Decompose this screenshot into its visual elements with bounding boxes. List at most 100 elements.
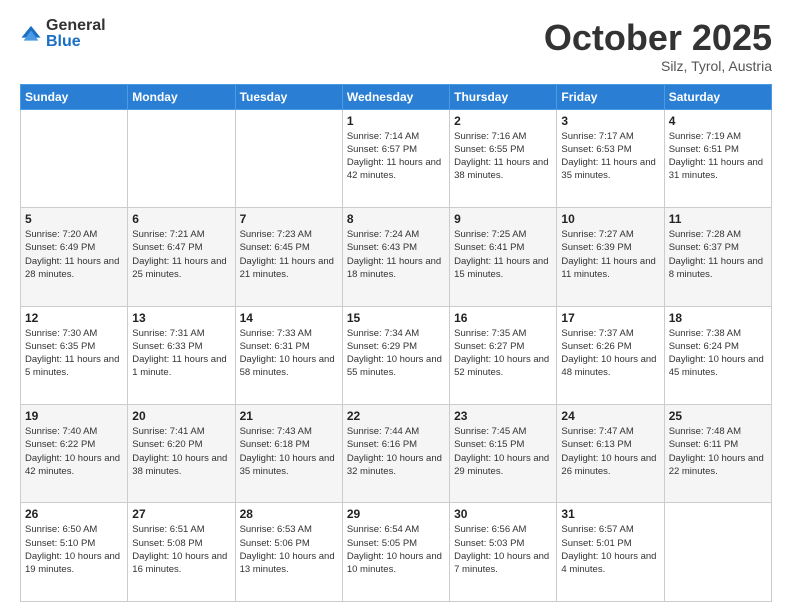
calendar-cell: 4Sunrise: 7:19 AM Sunset: 6:51 PM Daylig… xyxy=(664,109,771,207)
day-info: Sunrise: 7:19 AM Sunset: 6:51 PM Dayligh… xyxy=(669,130,767,183)
day-info: Sunrise: 7:25 AM Sunset: 6:41 PM Dayligh… xyxy=(454,228,552,281)
day-number: 25 xyxy=(669,409,767,423)
calendar-cell: 28 Sunrise: 6:53 AM Sunset: 5:06 PM Dayli… xyxy=(235,503,342,602)
day-info: Sunrise: 6:51 AM Sunset: 5:08 PM Dayligh… xyxy=(132,523,230,576)
week-row-1: 1 Sunrise: 7:14 AM Sunset: 6:57 PM Daylig… xyxy=(21,109,772,207)
day-number: 14 xyxy=(240,311,338,325)
day-number: 29 xyxy=(347,507,445,521)
calendar-cell: 27 Sunrise: 6:51 AM Sunset: 5:08 PM Dayli… xyxy=(128,503,235,602)
day-info: Sunrise: 7:30 AM Sunset: 6:35 PM Dayligh… xyxy=(25,327,123,380)
header: General Blue October 2025 Silz, Tyrol, A… xyxy=(20,18,772,74)
day-number: 3 xyxy=(561,114,659,128)
day-info: Sunrise: 6:54 AM Sunset: 5:05 PM Dayligh… xyxy=(347,523,445,576)
calendar-cell: 10 Sunrise: 7:27 AM Sunset: 6:39 PM Dayli… xyxy=(557,208,664,306)
day-info: Sunrise: 7:20 AM Sunset: 6:49 PM Dayligh… xyxy=(25,228,123,281)
day-info: Sunrise: 7:21 AM Sunset: 6:47 PM Dayligh… xyxy=(132,228,230,281)
day-info: Sunrise: 7:38 AM Sunset: 6:24 PM Dayligh… xyxy=(669,327,767,380)
day-number: 26 xyxy=(25,507,123,521)
calendar-cell: 17 Sunrise: 7:37 AM Sunset: 6:26 PM Dayli… xyxy=(557,306,664,404)
day-info: Sunrise: 6:57 AM Sunset: 5:01 PM Dayligh… xyxy=(561,523,659,576)
calendar-cell: 20Sunrise: 7:41 AM Sunset: 6:20 PM Dayli… xyxy=(128,405,235,503)
location-subtitle: Silz, Tyrol, Austria xyxy=(544,58,772,74)
day-info: Sunrise: 6:53 AM Sunset: 5:06 PM Dayligh… xyxy=(240,523,338,576)
calendar-cell: 8 Sunrise: 7:24 AM Sunset: 6:43 PM Daylig… xyxy=(342,208,449,306)
day-info: Sunrise: 7:31 AM Sunset: 6:33 PM Dayligh… xyxy=(132,327,230,380)
calendar-cell: 23Sunrise: 7:45 AM Sunset: 6:15 PM Dayli… xyxy=(450,405,557,503)
title-block: October 2025 Silz, Tyrol, Austria xyxy=(544,18,772,74)
calendar-cell: 26 Sunrise: 6:50 AM Sunset: 5:10 PM Dayli… xyxy=(21,503,128,602)
weekday-header-monday: Monday xyxy=(128,84,235,109)
day-number: 31 xyxy=(561,507,659,521)
day-info: Sunrise: 7:27 AM Sunset: 6:39 PM Dayligh… xyxy=(561,228,659,281)
weekday-row: SundayMondayTuesdayWednesdayThursdayFrid… xyxy=(21,84,772,109)
day-number: 12 xyxy=(25,311,123,325)
weekday-header-saturday: Saturday xyxy=(664,84,771,109)
calendar-cell: 9Sunrise: 7:25 AM Sunset: 6:41 PM Daylig… xyxy=(450,208,557,306)
calendar-cell: 24 Sunrise: 7:47 AM Sunset: 6:13 PM Dayli… xyxy=(557,405,664,503)
calendar-cell xyxy=(235,109,342,207)
day-number: 16 xyxy=(454,311,552,325)
day-info: Sunrise: 6:56 AM Sunset: 5:03 PM Dayligh… xyxy=(454,523,552,576)
day-number: 7 xyxy=(240,212,338,226)
weekday-header-sunday: Sunday xyxy=(21,84,128,109)
day-number: 22 xyxy=(347,409,445,423)
day-info: Sunrise: 7:40 AM Sunset: 6:22 PM Dayligh… xyxy=(25,425,123,478)
day-info: Sunrise: 7:41 AM Sunset: 6:20 PM Dayligh… xyxy=(132,425,230,478)
day-info: Sunrise: 7:43 AM Sunset: 6:18 PM Dayligh… xyxy=(240,425,338,478)
day-number: 1 xyxy=(347,114,445,128)
day-number: 10 xyxy=(561,212,659,226)
week-row-5: 26 Sunrise: 6:50 AM Sunset: 5:10 PM Dayli… xyxy=(21,503,772,602)
calendar-cell: 30 Sunrise: 6:56 AM Sunset: 5:03 PM Dayli… xyxy=(450,503,557,602)
calendar-cell: 21Sunrise: 7:43 AM Sunset: 6:18 PM Dayli… xyxy=(235,405,342,503)
calendar-cell: 6 Sunrise: 7:21 AM Sunset: 6:47 PM Daylig… xyxy=(128,208,235,306)
day-info: Sunrise: 7:24 AM Sunset: 6:43 PM Dayligh… xyxy=(347,228,445,281)
day-info: Sunrise: 7:16 AM Sunset: 6:55 PM Dayligh… xyxy=(454,130,552,183)
calendar-cell: 1 Sunrise: 7:14 AM Sunset: 6:57 PM Daylig… xyxy=(342,109,449,207)
calendar-cell xyxy=(128,109,235,207)
day-number: 19 xyxy=(25,409,123,423)
day-number: 2 xyxy=(454,114,552,128)
day-number: 8 xyxy=(347,212,445,226)
calendar-cell: 7Sunrise: 7:23 AM Sunset: 6:45 PM Daylig… xyxy=(235,208,342,306)
calendar-cell: 31 Sunrise: 6:57 AM Sunset: 5:01 PM Dayli… xyxy=(557,503,664,602)
day-number: 24 xyxy=(561,409,659,423)
logo-general: General xyxy=(46,18,106,34)
week-row-4: 19 Sunrise: 7:40 AM Sunset: 6:22 PM Dayli… xyxy=(21,405,772,503)
calendar-cell: 14 Sunrise: 7:33 AM Sunset: 6:31 PM Dayli… xyxy=(235,306,342,404)
day-number: 6 xyxy=(132,212,230,226)
month-title: October 2025 xyxy=(544,18,772,58)
calendar-cell: 18Sunrise: 7:38 AM Sunset: 6:24 PM Dayli… xyxy=(664,306,771,404)
day-number: 30 xyxy=(454,507,552,521)
calendar-cell: 13Sunrise: 7:31 AM Sunset: 6:33 PM Dayli… xyxy=(128,306,235,404)
weekday-header-tuesday: Tuesday xyxy=(235,84,342,109)
calendar-cell xyxy=(21,109,128,207)
day-info: Sunrise: 7:34 AM Sunset: 6:29 PM Dayligh… xyxy=(347,327,445,380)
calendar-body: 1 Sunrise: 7:14 AM Sunset: 6:57 PM Daylig… xyxy=(21,109,772,601)
day-info: Sunrise: 7:35 AM Sunset: 6:27 PM Dayligh… xyxy=(454,327,552,380)
day-number: 5 xyxy=(25,212,123,226)
calendar: SundayMondayTuesdayWednesdayThursdayFrid… xyxy=(20,84,772,602)
logo-icon xyxy=(20,23,42,45)
weekday-header-friday: Friday xyxy=(557,84,664,109)
day-number: 27 xyxy=(132,507,230,521)
calendar-cell: 5 Sunrise: 7:20 AM Sunset: 6:49 PM Daylig… xyxy=(21,208,128,306)
calendar-cell: 29 Sunrise: 6:54 AM Sunset: 5:05 PM Dayli… xyxy=(342,503,449,602)
day-number: 17 xyxy=(561,311,659,325)
calendar-cell: 16 Sunrise: 7:35 AM Sunset: 6:27 PM Dayli… xyxy=(450,306,557,404)
day-info: Sunrise: 6:50 AM Sunset: 5:10 PM Dayligh… xyxy=(25,523,123,576)
calendar-cell xyxy=(664,503,771,602)
day-info: Sunrise: 7:33 AM Sunset: 6:31 PM Dayligh… xyxy=(240,327,338,380)
weekday-header-thursday: Thursday xyxy=(450,84,557,109)
calendar-cell: 19 Sunrise: 7:40 AM Sunset: 6:22 PM Dayli… xyxy=(21,405,128,503)
calendar-cell: 3 Sunrise: 7:17 AM Sunset: 6:53 PM Daylig… xyxy=(557,109,664,207)
day-info: Sunrise: 7:14 AM Sunset: 6:57 PM Dayligh… xyxy=(347,130,445,183)
day-number: 15 xyxy=(347,311,445,325)
day-number: 28 xyxy=(240,507,338,521)
day-info: Sunrise: 7:17 AM Sunset: 6:53 PM Dayligh… xyxy=(561,130,659,183)
day-info: Sunrise: 7:37 AM Sunset: 6:26 PM Dayligh… xyxy=(561,327,659,380)
week-row-2: 5 Sunrise: 7:20 AM Sunset: 6:49 PM Daylig… xyxy=(21,208,772,306)
day-info: Sunrise: 7:47 AM Sunset: 6:13 PM Dayligh… xyxy=(561,425,659,478)
logo: General Blue xyxy=(20,18,106,50)
calendar-cell: 2 Sunrise: 7:16 AM Sunset: 6:55 PM Daylig… xyxy=(450,109,557,207)
calendar-header: SundayMondayTuesdayWednesdayThursdayFrid… xyxy=(21,84,772,109)
